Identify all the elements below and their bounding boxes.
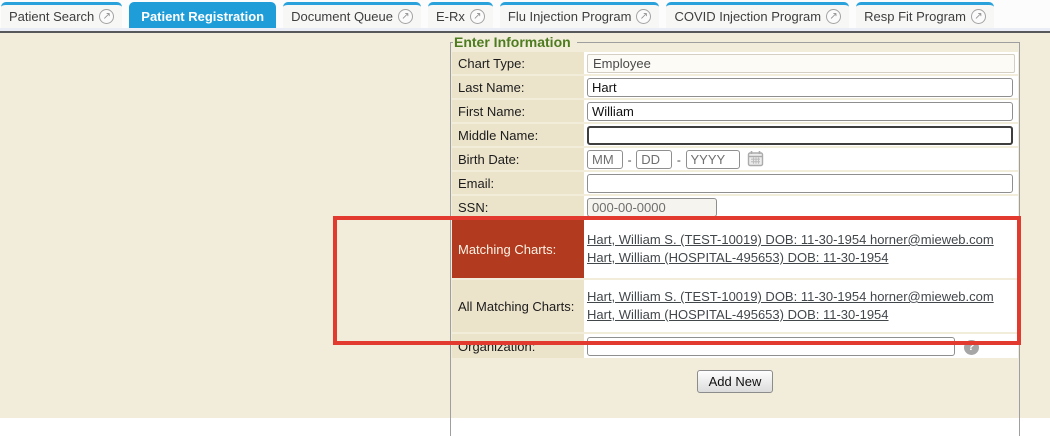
birth-year-input[interactable]: [686, 150, 740, 169]
tab-flu-injection-program[interactable]: Flu Injection Program ↗: [500, 2, 660, 28]
all-matching-charts-label: All Matching Charts:: [452, 280, 584, 332]
registration-form-table: Chart Type: Employee Last Name: First Na…: [452, 50, 1018, 396]
page-content: Enter Information Chart Type: Employee L…: [0, 33, 1050, 418]
middle-name-row: Middle Name:: [452, 124, 1018, 146]
birth-date-row: Birth Date: - -: [452, 148, 1018, 170]
tab-label: COVID Injection Program: [674, 9, 821, 24]
tab-patient-search[interactable]: Patient Search ↗: [1, 2, 122, 28]
tab-bar: Patient Search ↗ Patient Registration Do…: [0, 0, 1050, 28]
middle-name-input[interactable]: [587, 126, 1013, 145]
tab-label: Patient Registration: [141, 9, 264, 24]
email-row: Email:: [452, 172, 1018, 194]
all-matching-charts-row: All Matching Charts: Hart, William S. (T…: [452, 280, 1018, 332]
enter-information-fieldset: Enter Information Chart Type: Employee L…: [450, 34, 1020, 436]
tab-label: E-Rx: [436, 9, 465, 24]
tab-label: Patient Search: [9, 9, 94, 24]
fieldset-legend: Enter Information: [453, 34, 577, 50]
matching-charts-label: Matching Charts:: [452, 220, 584, 278]
birth-month-input[interactable]: [587, 150, 623, 169]
help-icon[interactable]: ?: [964, 340, 979, 355]
chart-type-row: Chart Type: Employee: [452, 52, 1018, 74]
matching-chart-link[interactable]: Hart, William S. (TEST-10019) DOB: 11-30…: [587, 288, 1015, 306]
middle-name-label: Middle Name:: [452, 124, 584, 146]
matching-chart-link[interactable]: Hart, William S. (TEST-10019) DOB: 11-30…: [587, 231, 1015, 249]
ssn-input[interactable]: [587, 198, 717, 217]
tab-covid-injection-program[interactable]: COVID Injection Program ↗: [666, 2, 849, 28]
chart-type-value: Employee: [587, 54, 1015, 73]
popout-icon[interactable]: ↗: [826, 9, 841, 24]
tab-label: Document Queue: [291, 9, 393, 24]
email-input[interactable]: [587, 174, 1013, 193]
matching-chart-link[interactable]: Hart, William (HOSPITAL-495653) DOB: 11-…: [587, 306, 1015, 324]
organization-row: Organization: ?: [452, 334, 1018, 358]
birth-day-input[interactable]: [636, 150, 672, 169]
last-name-row: Last Name:: [452, 76, 1018, 98]
email-label: Email:: [452, 172, 584, 194]
first-name-input[interactable]: [587, 102, 1013, 121]
last-name-input[interactable]: [587, 78, 1013, 97]
organization-input[interactable]: [587, 337, 955, 356]
ssn-row: SSN:: [452, 196, 1018, 218]
matching-charts-row: Matching Charts: Hart, William S. (TEST-…: [452, 220, 1018, 278]
matching-chart-link[interactable]: Hart, William (HOSPITAL-495653) DOB: 11-…: [587, 249, 1015, 267]
popout-icon[interactable]: ↗: [99, 9, 114, 24]
calendar-icon[interactable]: [747, 150, 764, 167]
organization-label: Organization:: [452, 334, 584, 358]
date-separator: -: [677, 153, 681, 167]
first-name-row: First Name:: [452, 100, 1018, 122]
popout-icon[interactable]: ↗: [470, 9, 485, 24]
popout-icon[interactable]: ↗: [398, 9, 413, 24]
birth-date-label: Birth Date:: [452, 148, 584, 170]
tab-label: Flu Injection Program: [508, 9, 632, 24]
tab-label: Resp Fit Program: [864, 9, 966, 24]
popout-icon[interactable]: ↗: [636, 9, 651, 24]
date-separator: -: [628, 153, 632, 167]
button-row: Add New: [452, 360, 1018, 394]
last-name-label: Last Name:: [452, 76, 584, 98]
ssn-label: SSN:: [452, 196, 584, 218]
popout-icon[interactable]: ↗: [971, 9, 986, 24]
tab-document-queue[interactable]: Document Queue ↗: [283, 2, 421, 28]
add-new-button[interactable]: Add New: [697, 370, 774, 393]
tab-resp-fit-program[interactable]: Resp Fit Program ↗: [856, 2, 994, 28]
tab-e-rx[interactable]: E-Rx ↗: [428, 2, 493, 28]
first-name-label: First Name:: [452, 100, 584, 122]
tab-patient-registration[interactable]: Patient Registration: [129, 2, 276, 28]
chart-type-label: Chart Type:: [452, 52, 584, 74]
